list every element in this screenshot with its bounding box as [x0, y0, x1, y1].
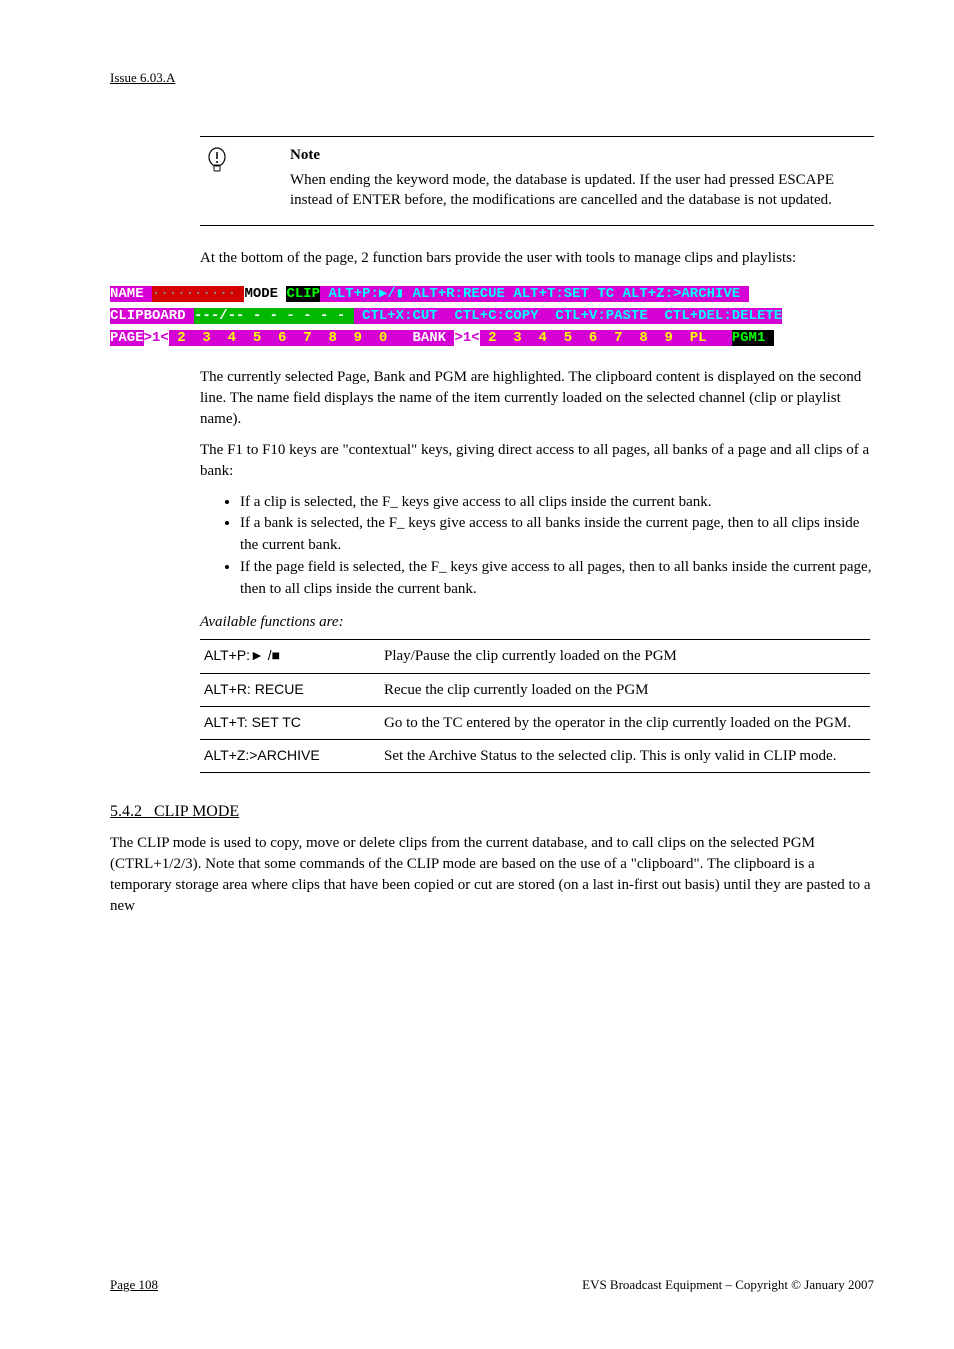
page-label: PAGE — [110, 330, 144, 346]
note-icon — [206, 147, 228, 175]
section-body: The CLIP mode is used to copy, move or d… — [110, 833, 874, 917]
note-title: Note — [290, 147, 874, 164]
mode-value[interactable]: CLIP — [286, 286, 320, 302]
mode-label: MODE — [244, 286, 286, 302]
page-footer: Page 108 EVS Broadcast Equipment – Copyr… — [110, 1277, 874, 1293]
section-number: 5.4.2 — [110, 803, 142, 820]
table-intro: Available functions are: — [200, 614, 874, 631]
bullet-2: If a bank is selected, the F_ keys give … — [240, 513, 874, 557]
intro-paragraph: At the bottom of the page, 2 function ba… — [200, 248, 874, 269]
name-field[interactable]: ·········· — [152, 286, 244, 302]
bank-numbers[interactable]: 2 3 4 5 6 7 8 9 PL — [480, 330, 732, 346]
page-numbers[interactable]: 2 3 4 5 6 7 8 9 0 — [169, 330, 413, 346]
table-row: ALT+R: RECUE Recue the clip currently lo… — [200, 673, 870, 706]
clipboard-label: CLIPBOARD — [110, 308, 194, 324]
shortcut-key: ALT+P:► /■ — [200, 640, 380, 673]
altt-hint: ALT+T:SET TC — [505, 286, 614, 302]
toolbar-screenshot: NAME ·········· MODE CLIP ALT+P:▶/▮ ALT+… — [110, 283, 870, 349]
bullet-1: If a clip is selected, the F_ keys give … — [240, 492, 874, 514]
section-title: CLIP MODE — [154, 803, 239, 820]
ctldel-hint: CTL+DEL:DELETE — [656, 308, 782, 324]
name-label: NAME — [110, 286, 152, 302]
copyright: EVS Broadcast Equipment – Copyright © Ja… — [582, 1277, 874, 1293]
bullet-3: If the page field is selected, the F_ ke… — [240, 557, 874, 601]
selection-caption: The currently selected Page, Bank and PG… — [200, 367, 874, 430]
ctlc-hint: CTL+C:COPY — [446, 308, 547, 324]
table-row: ALT+T: SET TC Go to the TC entered by th… — [200, 706, 870, 739]
shortcut-desc: Play/Pause the clip currently loaded on … — [380, 640, 870, 673]
header-issue: Issue 6.03.A — [110, 70, 874, 86]
ctlx-hint: CTL+X:CUT — [354, 308, 446, 324]
altr-hint: ALT+R:RECUE — [404, 286, 505, 302]
page-number: Page 108 — [110, 1277, 158, 1293]
page-selected[interactable]: >1< — [144, 330, 169, 346]
shortcut-desc: Set the Archive Status to the selected c… — [380, 740, 870, 773]
ctlv-hint: CTL+V:PASTE — [547, 308, 656, 324]
altz-hint: ALT+Z:>ARCHIVE — [614, 286, 748, 302]
table-row: ALT+Z:>ARCHIVE Set the Archive Status to… — [200, 740, 870, 773]
shortcut-key: ALT+T: SET TC — [200, 706, 380, 739]
shortcut-desc: Recue the clip currently loaded on the P… — [380, 673, 870, 706]
shortcut-key: ALT+R: RECUE — [200, 673, 380, 706]
bank-label: BANK — [412, 330, 454, 346]
table-row: ALT+P:► /■ Play/Pause the clip currently… — [200, 640, 870, 673]
pgm-value[interactable]: PGM1 — [732, 330, 774, 346]
note-block: Note When ending the keyword mode, the d… — [200, 136, 874, 226]
fkeys-caption: The F1 to F10 keys are "contextual" keys… — [200, 440, 874, 482]
note-text: When ending the keyword mode, the databa… — [290, 170, 874, 211]
shortcut-key: ALT+Z:>ARCHIVE — [200, 740, 380, 773]
section-heading: 5.4.2 CLIP MODE — [110, 803, 874, 821]
bank-selected[interactable]: >1< — [454, 330, 479, 346]
altp-hint: ALT+P:▶/▮ — [320, 286, 404, 302]
clipboard-value[interactable]: ---/-- - - - - - - — [194, 308, 354, 324]
shortcut-table: ALT+P:► /■ Play/Pause the clip currently… — [200, 639, 870, 773]
shortcut-desc: Go to the TC entered by the operator in … — [380, 706, 870, 739]
